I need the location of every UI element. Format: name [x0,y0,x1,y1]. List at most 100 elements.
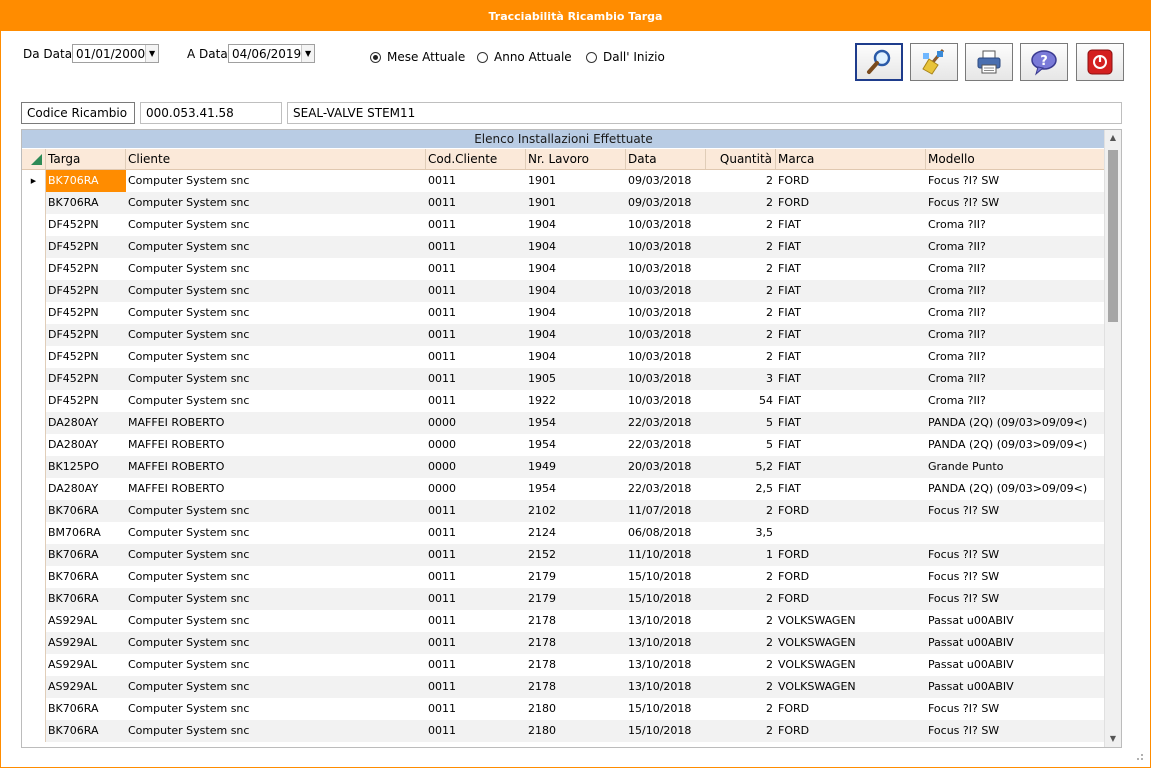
cell-cod-cliente[interactable]: 0011 [426,390,526,412]
cell-quantita[interactable]: 1 [706,544,776,566]
cell-modello[interactable]: Croma ?II? [926,302,1105,324]
a-data-value[interactable]: 04/06/2019 [229,47,301,61]
cell-modello[interactable]: Croma ?II? [926,390,1105,412]
row-selector[interactable] [22,654,46,676]
row-selector[interactable] [22,280,46,302]
cell-cliente[interactable]: Computer System snc [126,324,426,346]
cell-targa[interactable]: DF452PN [46,302,126,324]
cell-targa[interactable]: DA280AY [46,434,126,456]
resize-grip-icon[interactable] [1134,751,1144,761]
cell-modello[interactable]: Croma ?II? [926,368,1105,390]
cell-cliente[interactable]: Computer System snc [126,698,426,720]
cell-marca[interactable]: FORD [776,500,926,522]
cell-quantita[interactable]: 3 [706,368,776,390]
cell-cod-cliente[interactable]: 0011 [426,368,526,390]
cell-quantita[interactable]: 2 [706,500,776,522]
cell-modello[interactable]: Grande Punto [926,456,1105,478]
cell-data[interactable]: 22/03/2018 [626,434,706,456]
chevron-down-icon[interactable]: ▼ [301,45,314,62]
cell-nr-lavoro[interactable]: 2179 [526,588,626,610]
cell-quantita[interactable]: 54 [706,390,776,412]
cell-quantita[interactable]: 3,5 [706,522,776,544]
cell-targa[interactable]: BK706RA [46,720,126,742]
cell-quantita[interactable]: 2 [706,280,776,302]
cell-cliente[interactable]: Computer System snc [126,192,426,214]
cell-modello[interactable]: PANDA (2Q) (09/03>09/09<) [926,412,1105,434]
cell-data[interactable]: 15/10/2018 [626,720,706,742]
table-row[interactable]: BM706RA Computer System snc 0011 2124 06/08/… [22,522,1105,544]
cell-marca[interactable]: FORD [776,566,926,588]
cell-cod-cliente[interactable]: 0011 [426,522,526,544]
cell-nr-lavoro[interactable]: 2178 [526,610,626,632]
table-row[interactable]: DF452PN Computer System snc 0011 1904 10/03/… [22,214,1105,236]
cell-cliente[interactable]: Computer System snc [126,632,426,654]
scroll-up-icon[interactable]: ▲ [1105,130,1121,146]
cell-cliente[interactable]: Computer System snc [126,544,426,566]
cell-nr-lavoro[interactable]: 1954 [526,412,626,434]
radio-mese-attuale[interactable]: Mese Attuale [370,50,465,64]
cell-data[interactable]: 10/03/2018 [626,214,706,236]
cell-modello[interactable]: Passat u00ABIV [926,632,1105,654]
row-selector[interactable] [22,522,46,544]
cell-quantita[interactable]: 2 [706,236,776,258]
cell-nr-lavoro[interactable]: 2180 [526,698,626,720]
cell-marca[interactable]: VOLKSWAGEN [776,676,926,698]
cell-nr-lavoro[interactable]: 1904 [526,236,626,258]
cell-modello[interactable]: Focus ?I? SW [926,170,1105,192]
cell-cod-cliente[interactable]: 0011 [426,280,526,302]
cell-modello[interactable]: Croma ?II? [926,214,1105,236]
cell-data[interactable]: 11/07/2018 [626,500,706,522]
cell-cod-cliente[interactable]: 0011 [426,214,526,236]
cell-data[interactable]: 13/10/2018 [626,676,706,698]
table-row[interactable]: AS929AL Computer System snc 0011 2178 13/10/… [22,654,1105,676]
cell-modello[interactable]: Focus ?I? SW [926,500,1105,522]
table-row[interactable]: BK706RA Computer System snc 0011 2179 15/10/… [22,566,1105,588]
cell-targa[interactable]: BK706RA [46,698,126,720]
cell-cod-cliente[interactable]: 0011 [426,170,526,192]
table-row[interactable]: DF452PN Computer System snc 0011 1904 10/03/… [22,236,1105,258]
cell-modello[interactable]: Passat u00ABIV [926,610,1105,632]
cell-cod-cliente[interactable]: 0011 [426,302,526,324]
cell-data[interactable]: 15/10/2018 [626,566,706,588]
row-selector[interactable] [22,566,46,588]
table-row[interactable]: AS929AL Computer System snc 0011 2178 13/10/… [22,676,1105,698]
cell-cod-cliente[interactable]: 0011 [426,632,526,654]
cell-marca[interactable]: FIAT [776,258,926,280]
cell-quantita[interactable]: 2 [706,720,776,742]
row-selector[interactable] [22,500,46,522]
cell-cliente[interactable]: Computer System snc [126,676,426,698]
cell-marca[interactable]: FIAT [776,324,926,346]
cell-cliente[interactable]: Computer System snc [126,214,426,236]
table-row[interactable]: DA280AY MAFFEI ROBERTO 0000 1954 22/03/2018 5… [22,434,1105,456]
cell-cliente[interactable]: Computer System snc [126,368,426,390]
table-row[interactable]: DA280AY MAFFEI ROBERTO 0000 1954 22/03/2018 2… [22,478,1105,500]
vertical-scrollbar[interactable]: ▲ ▼ [1104,130,1121,747]
cell-modello[interactable]: Focus ?I? SW [926,698,1105,720]
cell-cod-cliente[interactable]: 0011 [426,544,526,566]
cell-modello[interactable]: PANDA (2Q) (09/03>09/09<) [926,478,1105,500]
cell-data[interactable]: 10/03/2018 [626,258,706,280]
cell-cliente[interactable]: Computer System snc [126,390,426,412]
cell-marca[interactable]: FIAT [776,412,926,434]
cell-nr-lavoro[interactable]: 1905 [526,368,626,390]
cell-cod-cliente[interactable]: 0011 [426,346,526,368]
current-row-indicator-icon[interactable]: ▶ [22,170,46,192]
cell-cod-cliente[interactable]: 0011 [426,258,526,280]
cell-nr-lavoro[interactable]: 1949 [526,456,626,478]
row-selector[interactable] [22,192,46,214]
row-selector[interactable] [22,478,46,500]
cell-cliente[interactable]: Computer System snc [126,236,426,258]
table-row[interactable]: BK125PO MAFFEI ROBERTO 0000 1949 20/03/2018 5… [22,456,1105,478]
cell-marca[interactable]: FIAT [776,214,926,236]
cell-cod-cliente[interactable]: 0011 [426,588,526,610]
cell-modello[interactable]: Passat u00ABIV [926,654,1105,676]
exit-button[interactable] [1076,43,1124,81]
cell-quantita[interactable]: 2 [706,632,776,654]
cell-data[interactable]: 09/03/2018 [626,192,706,214]
cell-marca[interactable]: VOLKSWAGEN [776,654,926,676]
table-row[interactable]: BK706RA Computer System snc 0011 1901 09/03/… [22,192,1105,214]
cell-cod-cliente[interactable]: 0011 [426,236,526,258]
scroll-thumb[interactable] [1108,150,1118,322]
cell-targa[interactable]: AS929AL [46,610,126,632]
cell-targa[interactable]: BK706RA [46,192,126,214]
